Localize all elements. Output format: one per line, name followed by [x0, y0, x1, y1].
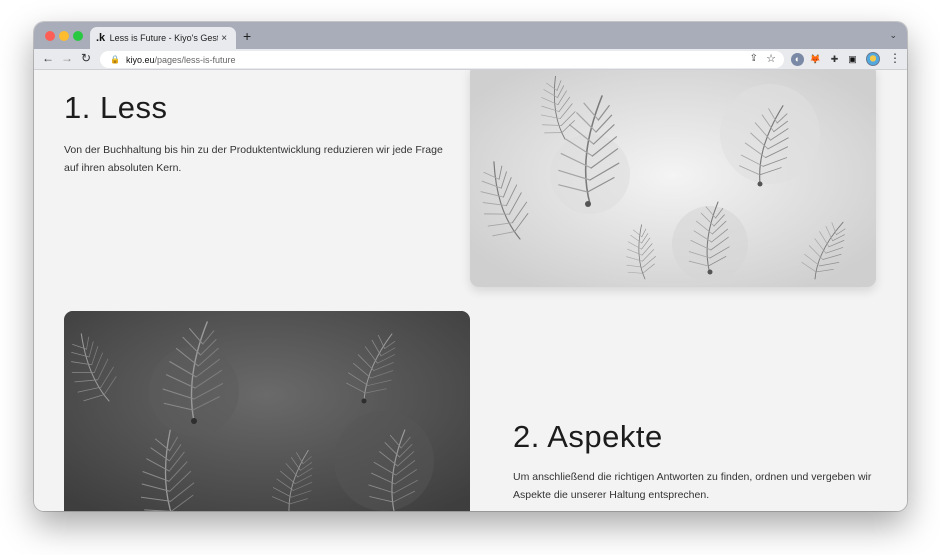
tab-close-icon[interactable]: ×	[218, 33, 230, 44]
maximize-window-button[interactable]	[73, 31, 83, 41]
tab-active[interactable]: .k Less is Future - Kiyo's Gestaltu ×	[90, 27, 236, 49]
section-text-less: Von der Buchhaltung bis hin zu der Produ…	[64, 144, 443, 174]
share-icon[interactable]: ⇪	[750, 53, 758, 64]
site-favicon-icon: .k	[96, 32, 106, 44]
address-bar[interactable]: 🔒 kiyo.eu /pages/less-is-future ⇪ ☆	[100, 51, 784, 68]
side-panel-icon[interactable]: ▣	[846, 53, 859, 66]
minimize-window-button[interactable]	[59, 31, 69, 41]
lock-icon[interactable]: 🔒	[110, 55, 120, 64]
close-window-button[interactable]	[45, 31, 55, 41]
tab-title: Less is Future - Kiyo's Gestaltu	[109, 33, 219, 43]
url-path: /pages/less-is-future	[154, 54, 236, 65]
fern-image-light	[470, 70, 876, 287]
new-tab-button[interactable]: +	[243, 28, 251, 44]
extensions-puzzle-icon[interactable]: ✚	[828, 53, 841, 66]
url-host: kiyo.eu	[125, 54, 155, 65]
reload-button[interactable]: ↻	[81, 51, 91, 65]
tab-search-button[interactable]: ⌄	[889, 30, 897, 41]
forward-button[interactable]: →	[61, 51, 73, 65]
section-text-aspekte: Um anschließend die richtigen Antworten …	[513, 471, 872, 501]
extension-icon[interactable]: ◐	[791, 53, 804, 66]
page-content: 1. Less Von der Buchhaltung bis hin zu d…	[34, 70, 907, 511]
fern-image-dark	[64, 311, 470, 511]
bookmark-star-icon[interactable]: ☆	[766, 52, 776, 65]
browser-menu-icon[interactable]: ⋮	[889, 51, 901, 65]
back-button[interactable]: ←	[42, 51, 54, 65]
browser-window: .k Less is Future - Kiyo's Gestaltu × + …	[34, 22, 907, 511]
section-title-aspekte: 2. Aspekte	[513, 419, 663, 454]
profile-avatar[interactable]	[866, 52, 880, 66]
section-title-less: 1. Less	[64, 90, 168, 125]
metamask-fox-icon[interactable]: 🦊	[809, 53, 822, 66]
browser-toolbar: ← → ↻ 🔒 kiyo.eu /pages/less-is-future ⇪ …	[34, 49, 907, 70]
tab-bar: .k Less is Future - Kiyo's Gestaltu × + …	[34, 22, 907, 49]
